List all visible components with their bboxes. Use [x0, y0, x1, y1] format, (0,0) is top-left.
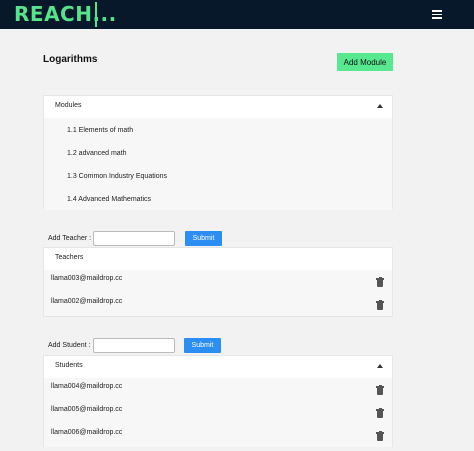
module-item-label: 1.3 Common Industry Equations	[67, 173, 167, 180]
trash-icon[interactable]	[376, 407, 384, 418]
modules-panel: Modules 1.1 Elements of math 1.2 advance…	[43, 95, 393, 210]
teacher-email: llama002@maildrop.cc	[51, 298, 123, 305]
add-teacher-input[interactable]	[93, 231, 175, 246]
teachers-panel: Teachers llama003@maildrop.cc llama002@m…	[43, 247, 393, 317]
add-student-submit-button[interactable]: Submit	[184, 338, 221, 353]
chevron-up-icon[interactable]	[377, 364, 383, 368]
student-email: llama004@maildrop.cc	[51, 383, 123, 390]
trash-icon[interactable]	[376, 384, 384, 395]
chevron-up-icon[interactable]	[377, 104, 383, 108]
app-logo[interactable]: REACH...	[14, 2, 117, 26]
module-item[interactable]: 1.4 Advanced Mathematics	[44, 187, 392, 210]
add-teacher-label: Add Teacher :	[48, 235, 92, 242]
teacher-row: llama002@maildrop.cc	[44, 293, 392, 316]
trash-icon[interactable]	[376, 299, 384, 310]
add-student-input[interactable]	[93, 338, 175, 353]
add-teacher-submit-button[interactable]: Submit	[185, 231, 222, 246]
modules-panel-header[interactable]: Modules	[44, 96, 392, 118]
student-email: llama006@maildrop.cc	[51, 429, 123, 436]
add-module-button[interactable]: Add Module	[337, 53, 393, 71]
module-item[interactable]: 1.3 Common Industry Equations	[44, 164, 392, 187]
module-item-label: 1.4 Advanced Mathematics	[67, 196, 152, 203]
hamburger-menu-icon[interactable]	[430, 8, 444, 20]
teacher-email: llama003@maildrop.cc	[51, 275, 123, 282]
page-title: Logarithms	[43, 54, 98, 65]
trash-icon[interactable]	[376, 430, 384, 441]
module-item[interactable]: 1.1 Elements of math	[44, 118, 392, 141]
top-navbar: REACH...	[0, 0, 474, 29]
module-item-label: 1.1 Elements of math	[67, 127, 134, 134]
student-row: llama005@maildrop.cc	[44, 401, 392, 424]
student-row: llama006@maildrop.cc	[44, 424, 392, 447]
students-panel-header[interactable]: Students	[44, 356, 392, 378]
modules-list: 1.1 Elements of math 1.2 advanced math 1…	[44, 118, 392, 210]
students-panel-title: Students	[55, 362, 83, 369]
student-row: llama004@maildrop.cc	[44, 378, 392, 401]
teachers-list: llama003@maildrop.cc llama002@maildrop.c…	[44, 270, 392, 316]
module-item[interactable]: 1.2 advanced math	[44, 141, 392, 164]
add-student-label: Add Student :	[48, 342, 91, 349]
trash-icon[interactable]	[376, 276, 384, 287]
teacher-row: llama003@maildrop.cc	[44, 270, 392, 293]
modules-panel-title: Modules	[55, 102, 82, 109]
module-item-label: 1.2 advanced math	[67, 150, 127, 157]
teachers-panel-title: Teachers	[55, 254, 84, 261]
teachers-panel-header[interactable]: Teachers	[44, 248, 392, 270]
students-panel: Students llama004@maildrop.cc llama005@m…	[43, 355, 393, 447]
logo-cursor	[95, 2, 97, 27]
student-email: llama005@maildrop.cc	[51, 406, 123, 413]
students-list: llama004@maildrop.cc llama005@maildrop.c…	[44, 378, 392, 447]
